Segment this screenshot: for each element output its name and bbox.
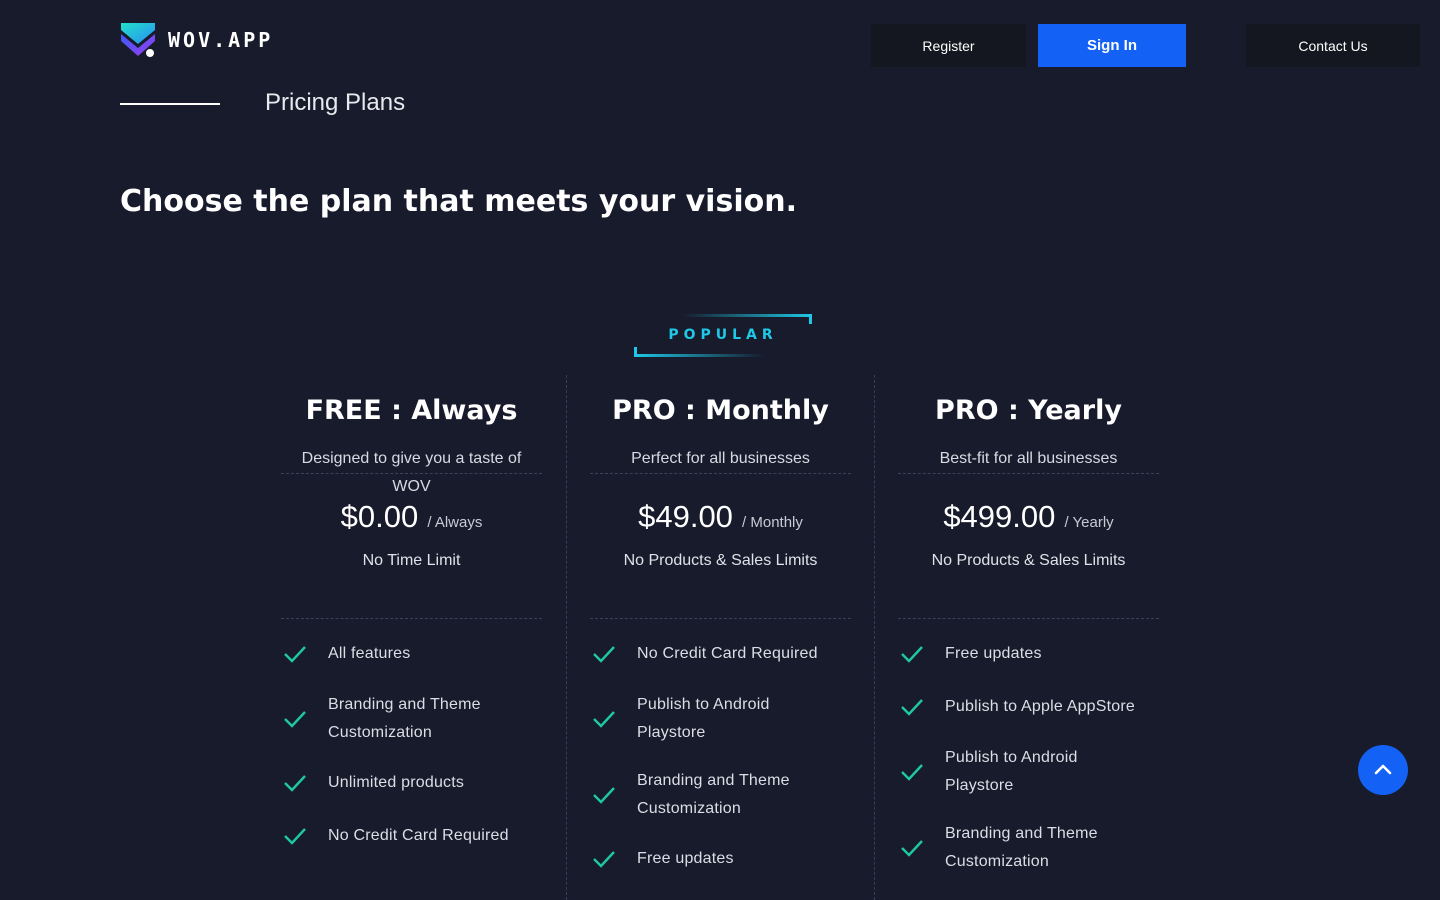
price-row: $499.00 / Yearly <box>898 499 1159 535</box>
check-icon <box>901 646 923 663</box>
feature-item: Branding and Theme Customization <box>281 691 542 747</box>
check-icon <box>901 764 923 781</box>
feature-text: Free updates <box>637 850 734 867</box>
plan-limit: No Products & Sales Limits <box>623 552 818 569</box>
plan-period: / Yearly <box>1064 514 1114 531</box>
price-row: $49.00 / Monthly <box>590 499 851 535</box>
scroll-to-top-button[interactable] <box>1358 745 1408 795</box>
divider <box>590 473 851 474</box>
feature-item: Publish to Android Playstore <box>898 744 1159 800</box>
check-icon <box>593 787 615 804</box>
feature-item: All features <box>281 640 542 668</box>
divider <box>281 473 542 474</box>
plan-title: PRO : Monthly <box>612 395 829 426</box>
divider <box>281 618 542 619</box>
check-icon <box>593 711 615 728</box>
feature-item: Publish to Android Playstore <box>590 691 851 747</box>
popular-badge-label: POPULAR <box>668 327 778 343</box>
plan-title: FREE : Always <box>305 395 518 426</box>
feature-item: No Credit Card Required <box>590 640 851 668</box>
feature-text: Publish to Android Playstore <box>637 696 770 741</box>
feature-text: Publish to Apple AppStore <box>945 698 1136 715</box>
check-icon <box>901 840 923 857</box>
feature-text: Branding and Theme Customization <box>945 825 1098 870</box>
feature-text: Branding and Theme Customization <box>328 696 481 741</box>
popular-badge: POPULAR <box>634 314 812 357</box>
feature-text: Publish to Android Playstore <box>945 749 1078 794</box>
plan-card-pro-monthly: PRO : Monthly Perfect for all businesses… <box>566 375 874 900</box>
check-icon <box>593 646 615 663</box>
pricing-page: WOV.APP Register Sign In Contact Us Pric… <box>0 0 1440 900</box>
check-icon <box>593 851 615 868</box>
feature-item: Branding and Theme Customization <box>898 820 1159 876</box>
feature-text: No Credit Card Required <box>637 645 818 662</box>
divider <box>898 473 1159 474</box>
sign-in-button[interactable]: Sign In <box>1038 24 1186 67</box>
plan-period: / Always <box>427 514 483 531</box>
plan-price: $49.00 <box>638 499 733 534</box>
plan-card-free: FREE : Always Designed to give you a tas… <box>258 375 566 900</box>
plan-price: $499.00 <box>943 499 1056 534</box>
feature-text: Free updates <box>945 645 1042 662</box>
section-label: Pricing Plans <box>265 89 406 116</box>
plan-limit: No Products & Sales Limits <box>931 552 1126 569</box>
wov-logo-icon <box>121 23 155 57</box>
plan-title: PRO : Yearly <box>935 395 1122 426</box>
plan-period: / Monthly <box>742 514 803 531</box>
feature-text: Unlimited products <box>328 774 465 791</box>
feature-item: Unlimited products <box>281 769 542 797</box>
divider <box>590 618 851 619</box>
plan-card-pro-yearly: PRO : Yearly Best-fit for all businesses… <box>874 375 1182 900</box>
feature-text: Branding and Theme Customization <box>637 772 790 817</box>
feature-item: Branding and Theme Customization <box>590 767 851 823</box>
plan-description: Perfect for all businesses <box>631 450 810 467</box>
logo-text: WOV.APP <box>168 28 274 52</box>
plan-price: $0.00 <box>340 499 419 534</box>
contact-us-button[interactable]: Contact Us <box>1246 24 1420 67</box>
feature-item: Free updates <box>590 845 851 873</box>
logo[interactable]: WOV.APP <box>120 22 273 58</box>
feature-item: Publish to Apple AppStore <box>898 693 1159 721</box>
divider <box>898 618 1159 619</box>
check-icon <box>901 699 923 716</box>
feature-text: No Credit Card Required <box>328 827 509 844</box>
register-button[interactable]: Register <box>871 24 1026 67</box>
feature-item: Free updates <box>898 640 1159 668</box>
check-icon <box>284 775 306 792</box>
check-icon <box>284 646 306 663</box>
check-icon <box>284 828 306 845</box>
chevron-up-icon <box>1374 764 1392 775</box>
feature-text: All features <box>328 645 411 662</box>
check-icon <box>284 711 306 728</box>
plan-description: Best-fit for all businesses <box>939 450 1118 467</box>
section-divider-line <box>120 103 220 105</box>
plan-limit: No Time Limit <box>362 552 461 569</box>
price-row: $0.00 / Always <box>281 499 542 535</box>
page-title: Choose the plan that meets your vision. <box>120 184 797 219</box>
feature-item: No Credit Card Required <box>281 822 542 850</box>
